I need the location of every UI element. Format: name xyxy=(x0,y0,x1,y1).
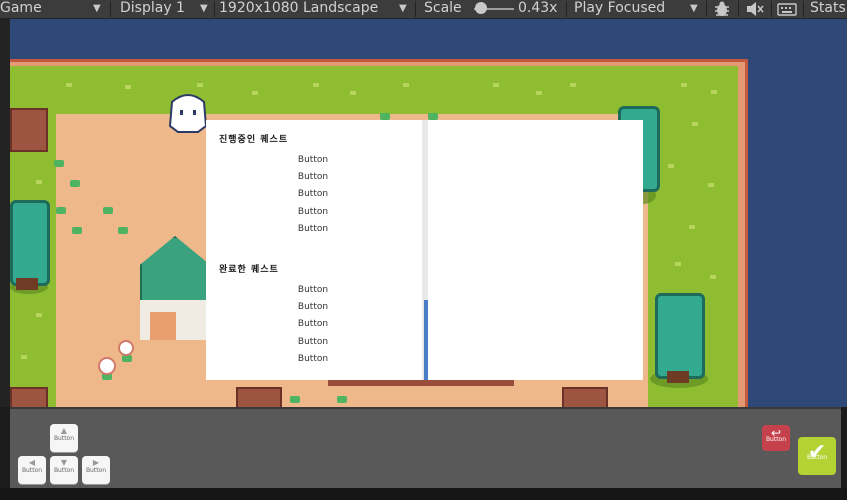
dpad-left-button[interactable]: ◀ Button xyxy=(18,456,46,484)
fence xyxy=(10,108,48,152)
fence xyxy=(10,387,48,409)
view-dropdown[interactable]: Game xyxy=(0,0,42,18)
cancel-button[interactable]: ↩ Button xyxy=(762,425,790,451)
keyboard-icon[interactable] xyxy=(777,1,797,17)
dpad-up-button[interactable]: ▲ Button xyxy=(50,424,78,452)
mailbox xyxy=(98,357,116,375)
dpad-right-button[interactable]: ▶ Button xyxy=(82,456,110,484)
divider xyxy=(803,1,804,17)
scale-slider-handle[interactable] xyxy=(475,2,488,14)
chevron-down-icon: ▼ xyxy=(93,3,101,14)
bug-icon[interactable] xyxy=(712,1,732,17)
completed-quest-button[interactable]: Button xyxy=(268,299,358,316)
confirm-button[interactable]: ✔ Button xyxy=(798,437,836,475)
active-quest-button[interactable]: Button xyxy=(268,186,358,203)
completed-quest-button[interactable]: Button xyxy=(268,316,358,333)
completed-quests-title: 완료한 퀘스트 xyxy=(219,265,279,275)
mailbox xyxy=(118,340,134,356)
completed-quest-button[interactable]: Button xyxy=(268,334,358,351)
mute-audio-icon[interactable] xyxy=(745,1,765,17)
active-quest-button[interactable]: Button xyxy=(268,169,358,186)
divider xyxy=(110,1,111,17)
game-view-toolbar: Game ▼ Display 1 ▼ 1920x1080 Landscape ▼… xyxy=(0,0,847,19)
chevron-down-icon: ▼ xyxy=(399,3,407,14)
arrow-down-icon: ▼ xyxy=(60,458,68,467)
window-bottom-edge xyxy=(0,488,847,500)
checkmark-icon: ✔ xyxy=(807,440,827,465)
player-character xyxy=(168,94,208,133)
fence xyxy=(236,387,282,409)
panel-edge xyxy=(0,19,10,407)
panel-shadow xyxy=(328,380,514,386)
divider xyxy=(738,1,739,17)
arrow-right-icon: ▶ xyxy=(92,458,100,467)
quest-detail-panel xyxy=(428,120,643,380)
chevron-down-icon: ▼ xyxy=(200,3,208,14)
quest-list-panel: 진행중인 퀘스트 Button Button Button Button But… xyxy=(206,120,422,380)
completed-quest-button[interactable]: Button xyxy=(268,282,358,299)
touch-control-bar xyxy=(10,407,841,489)
chevron-down-icon: ▼ xyxy=(690,3,698,14)
arrow-left-icon: ◀ xyxy=(28,458,36,467)
scale-label: Scale xyxy=(424,0,462,16)
divider xyxy=(566,1,567,17)
divider xyxy=(706,1,707,17)
active-quest-button[interactable]: Button xyxy=(268,204,358,221)
completed-quest-button[interactable]: Button xyxy=(268,351,358,368)
fence xyxy=(562,387,608,409)
dpad-down-button[interactable]: ▼ Button xyxy=(50,456,78,484)
active-quest-button[interactable]: Button xyxy=(268,152,358,169)
active-quests-title: 진행중인 퀘스트 xyxy=(219,135,289,145)
active-quest-button[interactable]: Button xyxy=(268,221,358,238)
scale-value: 0.43x xyxy=(518,0,558,16)
play-mode-dropdown[interactable]: Play Focused xyxy=(574,0,665,18)
divider xyxy=(415,1,416,17)
divider xyxy=(771,1,772,17)
resolution-dropdown[interactable]: 1920x1080 Landscape xyxy=(219,0,378,18)
arrow-up-icon: ▲ xyxy=(60,426,68,435)
divider xyxy=(214,1,215,17)
display-dropdown[interactable]: Display 1 xyxy=(120,0,185,18)
stats-button[interactable]: Stats xyxy=(810,0,846,18)
